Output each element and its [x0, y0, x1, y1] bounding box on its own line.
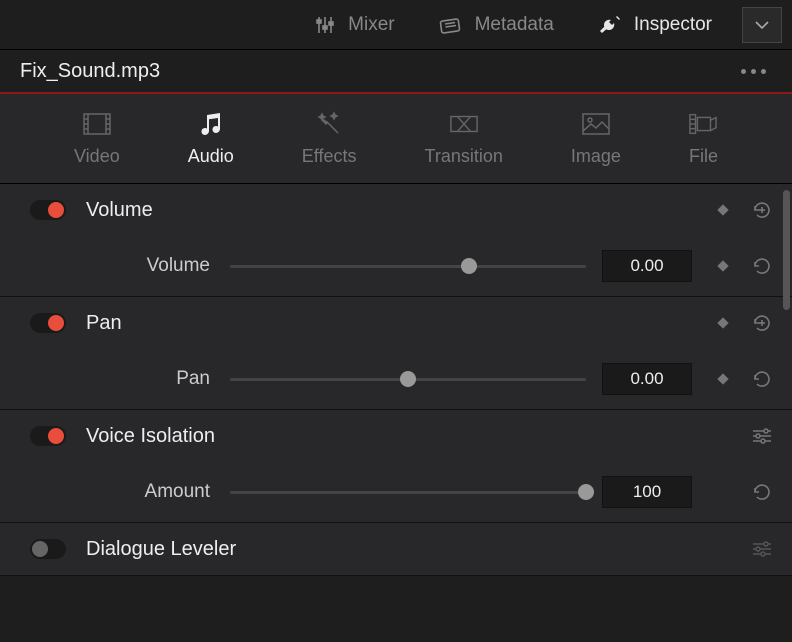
slider-thumb[interactable] — [400, 371, 416, 387]
section-dialogue-leveler-header: Dialogue Leveler — [0, 523, 792, 575]
slider-amount[interactable] — [230, 491, 602, 494]
tab-metadata[interactable]: Metadata — [417, 0, 576, 49]
section-dialogue-leveler-title: Dialogue Leveler — [86, 538, 752, 561]
scrollbar[interactable] — [783, 190, 790, 310]
metadata-icon — [439, 12, 465, 38]
audio-icon — [197, 110, 225, 138]
toggle-volume[interactable] — [30, 200, 66, 220]
reset-button[interactable] — [752, 369, 772, 389]
image-icon — [582, 110, 610, 138]
toggle-knob — [32, 541, 48, 557]
section-pan-header: Pan — [0, 297, 792, 349]
slider-thumb[interactable] — [461, 258, 477, 274]
panel-tab-image[interactable]: Image — [557, 102, 635, 175]
more-options-button[interactable] — [735, 63, 772, 80]
panel-tab-effects-label: Effects — [302, 146, 357, 167]
reset-button[interactable] — [752, 256, 772, 276]
panel-tab-transition[interactable]: Transition — [411, 102, 517, 175]
keyframe-diamond-button[interactable] — [716, 259, 730, 273]
keyframe-diamond-button[interactable] — [716, 203, 730, 217]
param-amount-label: Amount — [30, 481, 230, 503]
section-volume-header: Volume — [0, 184, 792, 236]
keyframe-diamond-button[interactable] — [716, 316, 730, 330]
file-icon — [689, 110, 717, 138]
panel-tab-image-label: Image — [571, 146, 621, 167]
toggle-pan[interactable] — [30, 313, 66, 333]
transition-icon — [450, 110, 478, 138]
toggle-dialogue-leveler[interactable] — [30, 539, 66, 559]
slider-pan[interactable] — [230, 378, 602, 381]
mixer-icon — [312, 12, 338, 38]
panel-tab-file-label: File — [689, 146, 718, 167]
panel-tab-file[interactable]: File — [675, 102, 732, 175]
panel-tab-audio-label: Audio — [188, 146, 234, 167]
param-volume-label: Volume — [30, 255, 230, 277]
section-voice-isolation: Voice Isolation Amount 100 — [0, 410, 792, 523]
toggle-knob — [48, 428, 64, 444]
dot-icon — [751, 69, 756, 74]
value-pan[interactable]: 0.00 — [602, 363, 692, 395]
keyframe-diamond-button[interactable] — [716, 372, 730, 386]
section-voice-isolation-header: Voice Isolation — [0, 410, 792, 462]
reset-button[interactable] — [752, 482, 772, 502]
panel-tab-video[interactable]: Video — [60, 102, 134, 175]
toggle-knob — [48, 202, 64, 218]
section-pan: Pan Pan 0.00 — [0, 297, 792, 410]
panel-tab-transition-label: Transition — [425, 146, 503, 167]
tab-metadata-label: Metadata — [475, 14, 554, 36]
video-icon — [83, 110, 111, 138]
top-tabs-bar: Mixer Metadata Inspector — [0, 0, 792, 50]
section-dialogue-leveler: Dialogue Leveler — [0, 523, 792, 576]
tab-mixer[interactable]: Mixer — [290, 0, 416, 49]
toggle-knob — [48, 315, 64, 331]
param-pan-label: Pan — [30, 368, 230, 390]
settings-sliders-button[interactable] — [752, 428, 772, 444]
reset-add-button[interactable] — [752, 313, 772, 333]
tab-mixer-label: Mixer — [348, 14, 394, 36]
panel-tab-video-label: Video — [74, 146, 120, 167]
settings-sliders-button[interactable] — [752, 541, 772, 557]
param-amount-row: Amount 100 — [0, 462, 792, 522]
value-amount[interactable]: 100 — [602, 476, 692, 508]
toggle-voice-isolation[interactable] — [30, 426, 66, 446]
section-volume-title: Volume — [86, 199, 716, 222]
reset-add-button[interactable] — [752, 200, 772, 220]
section-voice-isolation-title: Voice Isolation — [86, 425, 752, 448]
panel-tab-effects[interactable]: Effects — [288, 102, 371, 175]
audio-sections: Volume Volume 0.00 Pan — [0, 184, 792, 576]
dot-icon — [741, 69, 746, 74]
tab-inspector-label: Inspector — [634, 14, 712, 36]
effects-icon — [315, 110, 343, 138]
slider-volume[interactable] — [230, 265, 602, 268]
param-volume-row: Volume 0.00 — [0, 236, 792, 296]
tab-inspector[interactable]: Inspector — [576, 0, 734, 49]
param-pan-row: Pan 0.00 — [0, 349, 792, 409]
value-volume[interactable]: 0.00 — [602, 250, 692, 282]
panel-tab-audio[interactable]: Audio — [174, 102, 248, 175]
chevron-down-icon — [755, 20, 769, 30]
inspector-icon — [598, 12, 624, 38]
dot-icon — [761, 69, 766, 74]
inspector-panel-tabs: Video Audio Effects Transition Image Fil… — [0, 94, 792, 184]
clip-title-bar: Fix_Sound.mp3 — [0, 50, 792, 94]
clip-title: Fix_Sound.mp3 — [20, 60, 160, 83]
section-volume: Volume Volume 0.00 — [0, 184, 792, 297]
section-pan-title: Pan — [86, 312, 716, 335]
slider-thumb[interactable] — [578, 484, 594, 500]
expand-dropdown[interactable] — [742, 7, 782, 43]
